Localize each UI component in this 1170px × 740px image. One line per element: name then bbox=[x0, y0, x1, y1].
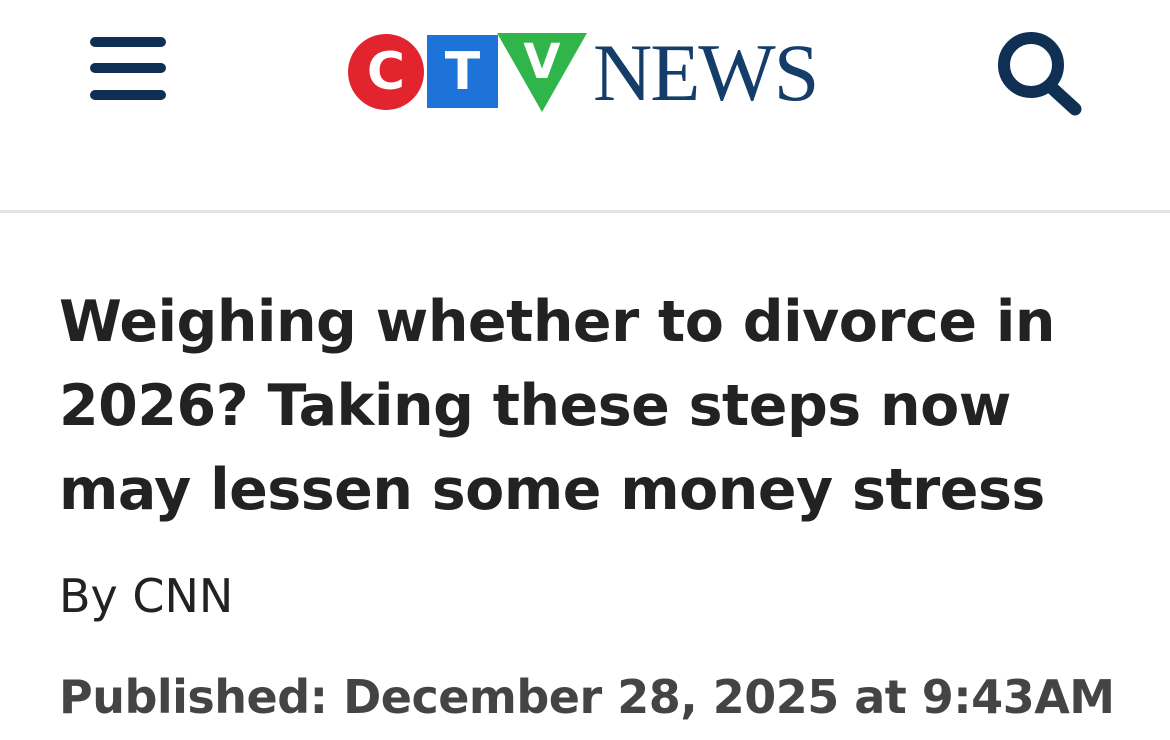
site-header: C T V NEWS bbox=[0, 0, 1170, 213]
article-published-date: Published: December 28, 2025 at 9:43AM bbox=[59, 670, 1115, 724]
logo-c-letter: C bbox=[366, 42, 406, 102]
search-button[interactable] bbox=[995, 27, 1085, 117]
article-byline: By CNN bbox=[59, 569, 234, 623]
ctv-news-article-page: C T V NEWS Weighing whether to divorce i… bbox=[0, 0, 1170, 740]
logo-news-wordmark: NEWS bbox=[593, 27, 819, 118]
hamburger-menu-icon-bar bbox=[90, 63, 166, 73]
article-header: Weighing whether to divorce in 2026? Tak… bbox=[59, 280, 1119, 532]
logo-t-letter: T bbox=[444, 41, 481, 102]
hamburger-menu-icon-bar bbox=[90, 90, 166, 100]
search-icon bbox=[998, 32, 1082, 116]
logo-c-circle: C bbox=[348, 34, 424, 110]
ctv-news-logo[interactable]: C T V NEWS bbox=[345, 30, 825, 114]
menu-button[interactable] bbox=[90, 37, 168, 103]
article-headline: Weighing whether to divorce in 2026? Tak… bbox=[59, 289, 1055, 523]
logo-t-square: T bbox=[427, 35, 498, 108]
hamburger-menu-icon bbox=[90, 37, 166, 47]
logo-v-letter: V bbox=[523, 34, 561, 90]
logo-v-triangle: V bbox=[497, 32, 587, 112]
